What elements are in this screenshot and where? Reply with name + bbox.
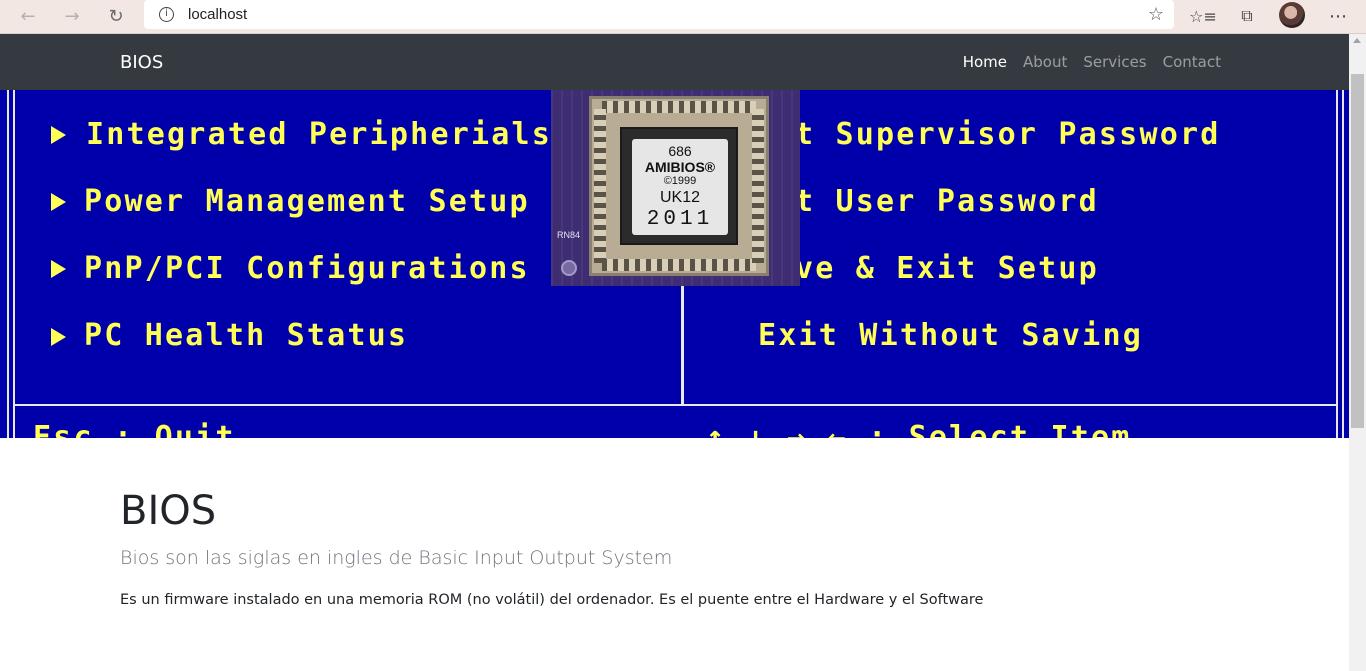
frame-line [1342, 90, 1344, 438]
browser-toolbar: ← → ↻ i localhost ☆ ☆≡ ⧉ ⋯ [0, 0, 1366, 34]
frame-divider [13, 404, 1338, 406]
favorite-star-icon[interactable]: ☆ [1148, 4, 1164, 25]
frame-line [7, 90, 9, 438]
chip-pins [752, 109, 764, 263]
bios-menu-item: Exit Without Saving [758, 318, 1143, 353]
chip-label-line: ©1999 [663, 174, 697, 187]
page-title: BIOS [120, 488, 217, 534]
nav-link-about[interactable]: About [1023, 53, 1067, 71]
chip-pins [602, 259, 756, 271]
favorites-icon[interactable]: ☆≡ [1188, 3, 1218, 29]
chip-label-line: 2011 [646, 207, 714, 231]
bios-menu-item: t Supervisor Password [795, 117, 1221, 152]
arrow-right-icon [51, 328, 66, 346]
bios-menu-item: Power Management Setup [84, 184, 530, 219]
arrow-right-icon [51, 260, 66, 278]
chip-label-line: UK12 [659, 188, 701, 206]
chip-die: 686 AMIBIOS® ©1999 UK12 2011 [620, 127, 738, 245]
scrollbar-thumb[interactable] [1351, 74, 1364, 428]
back-arrow-icon[interactable]: ← [14, 3, 42, 29]
bios-menu-item: PC Health Status [84, 318, 409, 353]
chip-socket: 686 AMIBIOS® ©1999 UK12 2011 [589, 96, 769, 276]
arrow-right-icon [51, 126, 66, 144]
nav-link-services[interactable]: Services [1083, 53, 1146, 71]
bios-menu-item: Integrated Peripherials [86, 117, 553, 152]
url-text[interactable]: localhost [188, 6, 247, 23]
frame-line [13, 90, 15, 438]
bios-chip-photo: 686 AMIBIOS® ©1999 UK12 2011 RN84 [551, 90, 800, 286]
bios-footer-text: ↑ ↓ → ← : Select Item [706, 420, 1132, 438]
chip-label-line: 686 [668, 142, 692, 159]
bios-menu-item: ve & Exit Setup [795, 251, 1099, 286]
page-scrollbar[interactable] [1349, 34, 1366, 671]
more-menu-icon[interactable]: ⋯ [1323, 3, 1353, 29]
navbar-brand[interactable]: BIOS [120, 52, 163, 73]
site-info-icon[interactable]: i [159, 7, 174, 22]
nav-links: Home About Services Contact [963, 53, 1221, 71]
bios-hero-image: Integrated Peripherials Power Management… [0, 90, 1349, 438]
chip-label-line: AMIBIOS® [644, 158, 716, 175]
arrow-right-icon [51, 193, 66, 211]
nav-link-home[interactable]: Home [963, 53, 1007, 71]
collections-icon[interactable]: ⧉ [1232, 3, 1262, 29]
body-text: Es un firmware instalado en una memoria … [120, 592, 984, 608]
nav-link-contact[interactable]: Contact [1163, 53, 1221, 71]
chip-pins [594, 109, 606, 263]
address-bar[interactable]: i localhost ☆ [144, 0, 1174, 29]
chip-label: 686 AMIBIOS® ©1999 UK12 2011 [632, 139, 728, 235]
bios-menu-item: t User Password [795, 184, 1099, 219]
refresh-icon[interactable]: ↻ [102, 3, 130, 29]
chip-pins [602, 101, 756, 113]
scroll-up-arrow-icon[interactable] [1353, 38, 1361, 43]
bios-menu-item: PnP/PCI Configurations [84, 251, 530, 286]
pcb-marking: RN84 [557, 230, 581, 240]
pcb-capacitor [561, 260, 577, 276]
bios-footer-text: Esc : Quit [33, 420, 236, 438]
forward-arrow-icon[interactable]: → [58, 3, 86, 29]
frame-line [1336, 90, 1338, 438]
site-navbar: BIOS Home About Services Contact [0, 34, 1349, 90]
lead-text: Bios son las siglas en ingles de Basic I… [120, 547, 673, 569]
profile-avatar[interactable] [1279, 2, 1305, 28]
